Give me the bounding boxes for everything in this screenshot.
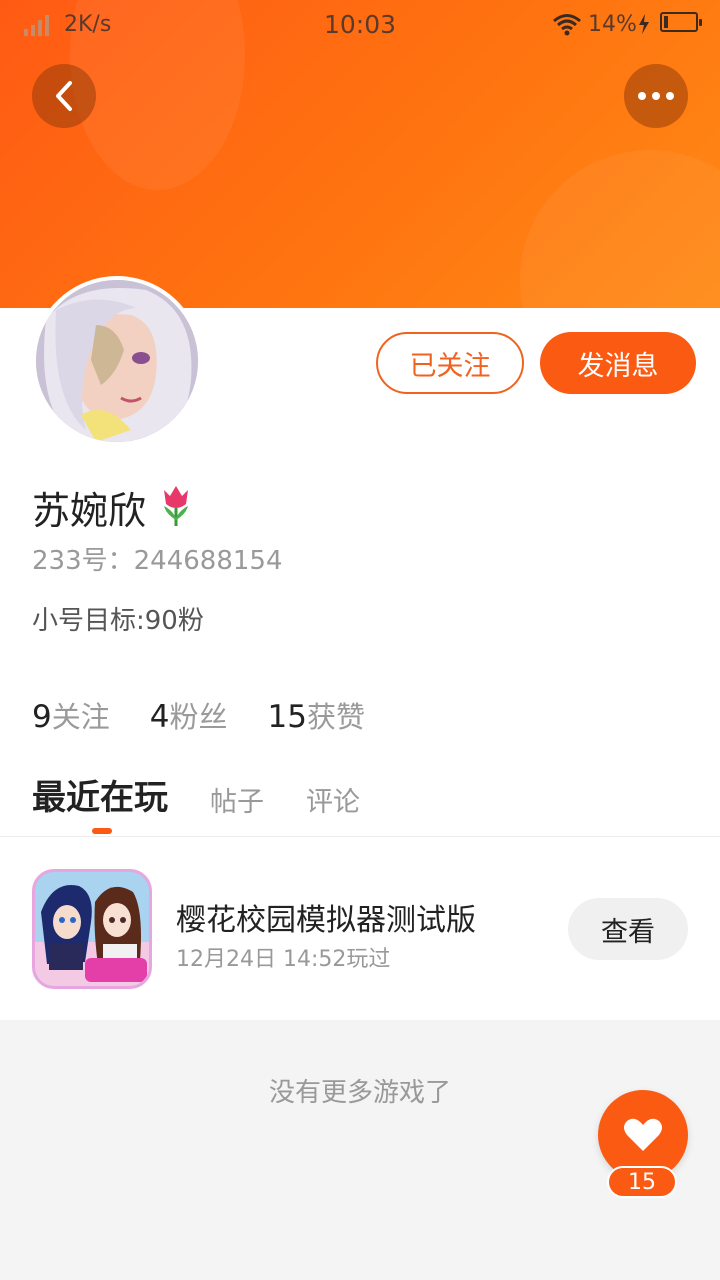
tab-recently-played[interactable]: 最近在玩 (32, 770, 168, 819)
user-id: 233号：244688154 (32, 546, 283, 576)
view-game-button[interactable]: 查看 (568, 898, 688, 960)
stat-likes: 15获赞 (268, 694, 365, 736)
profile-stats: 9关注 4粉丝 15获赞 (32, 694, 365, 736)
game-icon-image (35, 872, 149, 986)
stat-followers[interactable]: 4粉丝 (150, 694, 228, 736)
game-icon (32, 869, 152, 989)
avatar[interactable] (32, 276, 202, 446)
avatar-image (36, 280, 198, 442)
more-dots-icon (638, 92, 674, 100)
stat-label: 粉丝 (169, 700, 228, 734)
list-item[interactable]: 樱花校园模拟器测试版 12月24日 14:52玩过 查看 (0, 837, 720, 1020)
profile-tabs: 最近在玩 帖子 评论 (32, 770, 402, 819)
followed-button[interactable]: 已关注 (376, 332, 524, 394)
more-options-button[interactable] (624, 64, 688, 128)
tab-posts[interactable]: 帖子 (210, 780, 264, 819)
banner-decoration (520, 150, 720, 308)
stat-value: 9 (32, 699, 52, 735)
tulip-icon (164, 486, 188, 526)
active-tab-indicator (92, 828, 112, 834)
tab-comments[interactable]: 评论 (306, 780, 360, 819)
status-bar: 2K/s 10:03 14% (0, 0, 720, 50)
stat-value: 4 (149, 699, 170, 735)
game-title: 樱花校园模拟器测试版 (176, 903, 476, 938)
charging-icon (639, 14, 649, 34)
stat-label: 关注 (51, 700, 110, 734)
wifi-icon (553, 14, 581, 36)
username: 苏婉欣 (32, 489, 147, 533)
chevron-left-icon (56, 81, 72, 111)
user-bio: 小号目标:90粉 (32, 606, 204, 636)
heart-icon (624, 1118, 662, 1151)
battery-percent: 14% (588, 12, 637, 37)
stat-value: 15 (267, 699, 307, 735)
game-played-time: 12月24日 14:52玩过 (176, 947, 391, 972)
battery-icon (660, 12, 702, 32)
like-count-badge: 15 (607, 1166, 677, 1198)
send-message-button[interactable]: 发消息 (540, 332, 696, 394)
stat-following[interactable]: 9关注 (32, 694, 110, 736)
back-button[interactable] (32, 64, 96, 128)
stat-label: 获赞 (306, 700, 365, 734)
